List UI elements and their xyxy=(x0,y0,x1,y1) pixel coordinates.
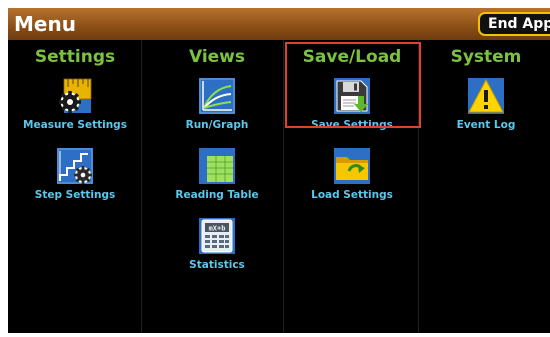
statistics-icon: mX+b xyxy=(199,218,235,254)
system-header: System xyxy=(450,47,522,67)
reading-table-button[interactable]: Reading Table xyxy=(150,148,284,208)
svg-text:mX+b: mX+b xyxy=(209,225,226,233)
load-settings-button[interactable]: Load Settings xyxy=(285,148,419,208)
step-settings-label: Step Settings xyxy=(34,189,116,201)
measure-settings-label: Measure Settings xyxy=(23,119,127,131)
system-column: System Event Log xyxy=(419,40,550,333)
load-settings-icon xyxy=(334,148,370,184)
title-bar: Menu End App xyxy=(8,8,550,40)
reading-table-label: Reading Table xyxy=(175,189,259,201)
selected-item-highlight xyxy=(285,42,421,128)
event-log-label: Event Log xyxy=(456,119,516,131)
measure-settings-icon xyxy=(59,78,92,113)
statistics-label: Statistics xyxy=(189,259,245,271)
run-graph-label: Run/Graph xyxy=(185,119,249,131)
run-graph-icon xyxy=(199,78,235,114)
statistics-button[interactable]: mX+b Statistics xyxy=(150,218,284,278)
step-settings-button[interactable]: Step Settings xyxy=(8,148,142,208)
load-settings-label: Load Settings xyxy=(311,189,393,201)
end-app-button[interactable]: End App xyxy=(478,12,550,36)
settings-header: Settings xyxy=(34,47,116,67)
run-graph-button[interactable]: Run/Graph xyxy=(150,78,284,138)
views-column: Views Run/Graph Reading Table mX+b Stati… xyxy=(150,40,284,333)
instrument-screen: Menu End App Settings Measure Settings S… xyxy=(8,8,550,333)
settings-column: Settings Measure Settings Step Settings xyxy=(8,40,142,333)
event-log-icon xyxy=(468,78,504,114)
event-log-button[interactable]: Event Log xyxy=(419,78,550,138)
reading-table-icon xyxy=(199,148,235,184)
measure-settings-button[interactable]: Measure Settings xyxy=(8,78,142,138)
step-settings-icon xyxy=(57,148,93,184)
page-title: Menu xyxy=(14,12,76,36)
views-header: Views xyxy=(188,47,246,67)
